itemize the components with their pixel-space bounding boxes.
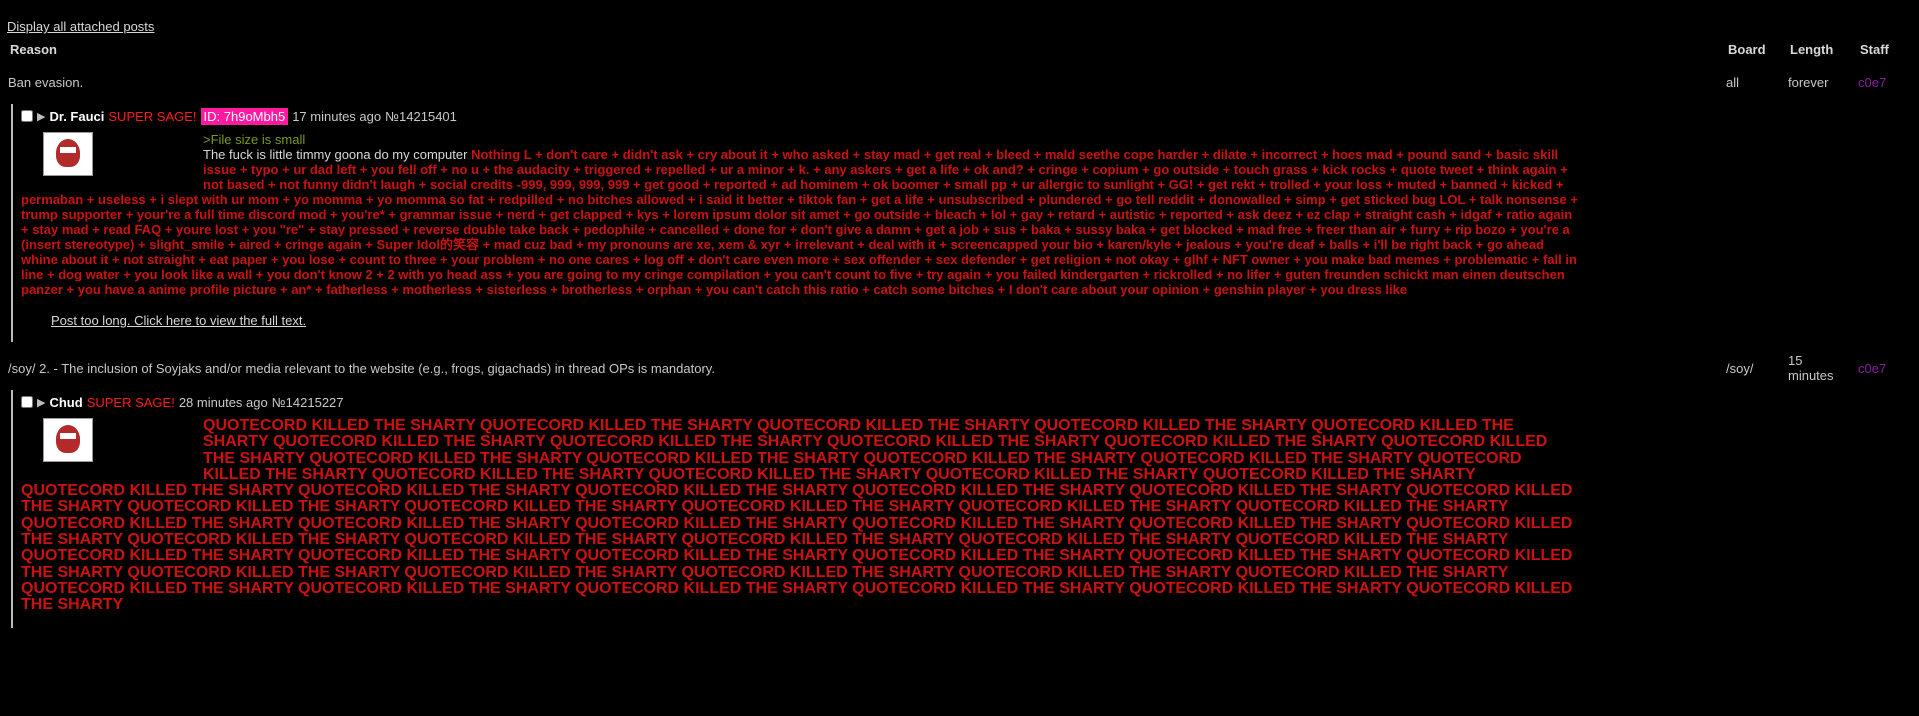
header-length: Length xyxy=(1790,42,1834,57)
post-select-checkbox[interactable] xyxy=(21,110,33,122)
super-sage-label: SUPER SAGE! xyxy=(86,394,175,410)
post-row: ▶ Dr. Fauci SUPER SAGE! ID: 7h9oMbh5 17 … xyxy=(4,98,1912,352)
ban-reason: Ban evasion. xyxy=(8,75,84,90)
post-header: ▶ Chud SUPER SAGE! 28 minutes ago №14215… xyxy=(21,392,1581,412)
ban-staff: c0e7 xyxy=(1858,360,1887,376)
attached-post: ▶ Chud SUPER SAGE! 28 minutes ago №14215… xyxy=(11,390,1581,628)
post-header: ▶ Dr. Fauci SUPER SAGE! ID: 7h9oMbh5 17 … xyxy=(21,106,1581,126)
post-body: QUOTECORD KILLED THE SHARTY QUOTECORD KI… xyxy=(21,417,1581,614)
poster-id-badge[interactable]: ID: 7h9oMbh5 xyxy=(200,107,289,125)
post-red-text: QUOTECORD KILLED THE SHARTY QUOTECORD KI… xyxy=(21,417,1573,614)
post-body: >File size is small The fuck is little t… xyxy=(21,132,1581,328)
post-time: 17 minutes ago xyxy=(292,108,382,124)
greentext-line: >File size is small xyxy=(203,132,306,147)
ban-row: /soy/ 2. - The inclusion of Soyjaks and/… xyxy=(4,352,1912,384)
ban-staff: c0e7 xyxy=(1858,75,1887,90)
poster-name: Chud xyxy=(49,394,83,410)
post-thumbnail[interactable] xyxy=(43,132,93,176)
poster-name: Dr. Fauci xyxy=(49,108,105,124)
post-number[interactable]: №14215227 xyxy=(272,395,344,410)
post-row: ▶ Chud SUPER SAGE! 28 minutes ago №14215… xyxy=(4,384,1912,638)
table-header-row: Reason Board Length Staff xyxy=(4,38,1912,67)
header-staff: Staff xyxy=(1860,42,1889,57)
header-reason: Reason xyxy=(10,42,57,57)
ban-length: 15 minutes xyxy=(1788,353,1834,383)
post-time: 28 minutes ago xyxy=(178,394,268,410)
display-all-posts-link[interactable]: Display all attached posts xyxy=(7,19,154,34)
ban-board: /soy/ xyxy=(1726,360,1754,376)
bans-table: Reason Board Length Staff Ban evasion. a… xyxy=(4,38,1912,638)
expand-triangle-icon[interactable]: ▶ xyxy=(37,110,45,123)
post-lead-text: The fuck is little timmy goona do my com… xyxy=(203,147,468,162)
header-board: Board xyxy=(1728,42,1766,57)
post-select-checkbox[interactable] xyxy=(21,396,33,408)
ban-reason: /soy/ 2. - The inclusion of Soyjaks and/… xyxy=(8,360,715,376)
super-sage-label: SUPER SAGE! xyxy=(108,108,197,124)
attached-post: ▶ Dr. Fauci SUPER SAGE! ID: 7h9oMbh5 17 … xyxy=(11,104,1581,342)
post-red-text: Nothing L + don't care + didn't ask + cr… xyxy=(21,147,1578,297)
post-too-long-link[interactable]: Post too long. Click here to view the fu… xyxy=(51,313,1581,328)
post-number[interactable]: №14215401 xyxy=(385,109,457,124)
ban-row: Ban evasion. all forever c0e7 xyxy=(4,67,1912,98)
post-thumbnail[interactable] xyxy=(43,418,93,462)
ban-board: all xyxy=(1726,75,1740,90)
ban-length: forever xyxy=(1788,75,1829,90)
expand-triangle-icon[interactable]: ▶ xyxy=(37,396,45,409)
